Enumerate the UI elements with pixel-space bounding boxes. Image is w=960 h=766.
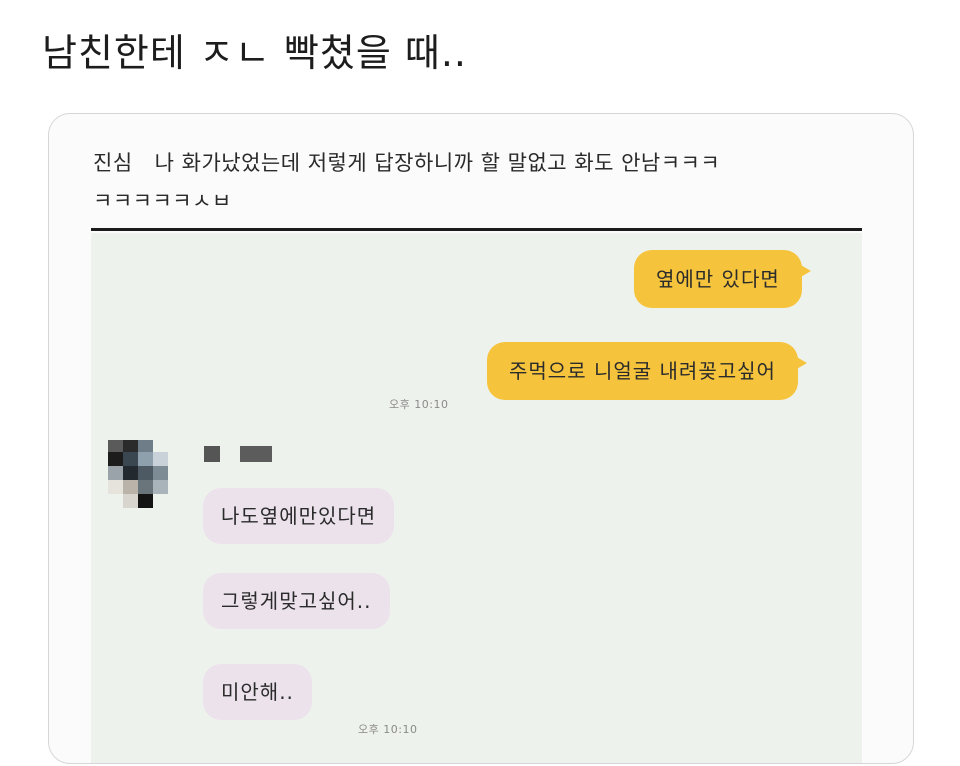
caption-line-2: ㅋㅋㅋㅋㅋㅅㅂ (93, 189, 232, 213)
sent-message-bubble[interactable]: 옆에만 있다면 (634, 250, 811, 308)
received-message-text: 미안해.. (221, 680, 294, 704)
sent-timestamp: 오후 10:10 (389, 398, 449, 411)
received-message-bubble[interactable]: 그렇게맞고싶어.. (203, 573, 390, 629)
received-message-text: 그렇게맞고싶어.. (221, 589, 372, 613)
received-timestamp: 오후 10:10 (358, 723, 418, 736)
pixelated-avatar-icon[interactable] (108, 440, 188, 520)
sent-message-bubble[interactable]: 주먹으로 니얼굴 내려꽂고싶어 (487, 342, 807, 400)
screenshot-card[interactable]: 진심 나 화가났었는데 저렇게 답장하니까 할 말없고 화도 안남ㅋㅋㅋ ㅋㅋㅋㅋ… (48, 113, 914, 764)
pixelated-name-icon (204, 446, 274, 466)
sent-message-text: 주먹으로 니얼굴 내려꽂고싶어 (509, 359, 776, 383)
caption-prefix: 진심 (93, 151, 133, 175)
divider (91, 228, 862, 231)
received-message-bubble[interactable]: 미안해.. (203, 664, 312, 720)
caption-line-1: 나 화가났었는데 저렇게 답장하니까 할 말없고 화도 안남ㅋㅋㅋ (154, 151, 721, 175)
post-title: 남친한테 ㅈㄴ 빡쳤을 때.. (42, 31, 467, 75)
received-message-bubble[interactable]: 나도옆에만있다면 (203, 488, 395, 544)
sent-message-text: 옆에만 있다면 (656, 267, 780, 291)
received-message-text: 나도옆에만있다면 (221, 504, 377, 528)
chat-area: 옆에만 있다면 주먹으로 니얼굴 내려꽂고싶어 오후 10:10 나도옆에만있다… (91, 233, 862, 763)
caption-text: 진심 나 화가났었는데 저렇게 답장하니까 할 말없고 화도 안남ㅋㅋㅋ ㅋㅋㅋㅋ… (93, 144, 873, 220)
